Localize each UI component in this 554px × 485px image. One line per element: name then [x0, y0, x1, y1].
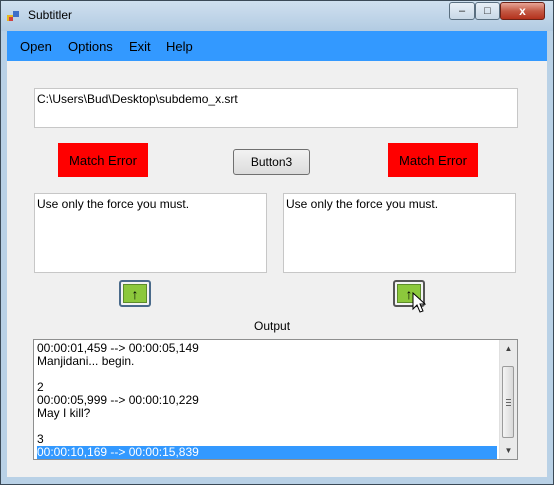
menu-open[interactable]: Open	[20, 39, 52, 54]
subtitle-text-right[interactable]: Use only the force you must.	[283, 193, 516, 273]
window-title: Subtitler	[28, 8, 73, 22]
button3[interactable]: Button3	[233, 149, 310, 175]
output-listbox[interactable]: 00:00:01,459 --> 00:00:05,149 Manjidani..…	[33, 339, 518, 460]
vertical-scrollbar[interactable]: ▲ ▼	[499, 340, 517, 459]
subtitle-text-left[interactable]: Use only the force you must.	[34, 193, 267, 273]
match-error-right: Match Error	[388, 143, 478, 177]
list-item[interactable]: Manjidani... begin.	[37, 355, 497, 368]
minimize-icon: –	[458, 5, 466, 17]
list-item[interactable]: 00:00:10,169 --> 00:00:15,839	[37, 446, 497, 459]
minimize-button[interactable]: –	[449, 2, 475, 20]
output-label: Output	[254, 319, 291, 333]
menu-bar: Open Options Exit Help	[7, 31, 547, 61]
maximize-icon: □	[484, 5, 491, 17]
app-window: Subtitler – □ x Open Options Exit Help C…	[0, 0, 554, 485]
scroll-up-icon[interactable]: ▲	[500, 340, 517, 357]
match-error-left: Match Error	[58, 143, 148, 177]
close-icon: x	[519, 4, 526, 18]
client-area: C:\Users\Bud\Desktop\subdemo_x.srt Match…	[7, 61, 547, 477]
up-button-left[interactable]: ↑	[119, 280, 151, 307]
menu-exit[interactable]: Exit	[129, 39, 151, 54]
list-item[interactable]: 00:00:05,999 --> 00:00:10,229	[37, 394, 497, 407]
arrow-up-icon: ↑	[123, 284, 147, 303]
maximize-button[interactable]: □	[475, 2, 500, 20]
app-icon	[7, 11, 19, 21]
file-path-field[interactable]: C:\Users\Bud\Desktop\subdemo_x.srt	[34, 88, 518, 128]
list-item[interactable]	[37, 420, 497, 433]
scroll-thumb[interactable]	[502, 366, 514, 438]
mouse-cursor-icon	[412, 292, 426, 313]
menu-options[interactable]: Options	[68, 39, 113, 54]
close-button[interactable]: x	[500, 2, 545, 20]
list-item[interactable]	[37, 368, 497, 381]
scroll-down-icon[interactable]: ▼	[500, 442, 517, 459]
menu-help[interactable]: Help	[166, 39, 193, 54]
title-bar[interactable]: Subtitler – □ x	[1, 1, 553, 31]
output-lines: 00:00:01,459 --> 00:00:05,149 Manjidani..…	[37, 342, 497, 459]
list-item[interactable]: May I kill?	[37, 407, 497, 420]
